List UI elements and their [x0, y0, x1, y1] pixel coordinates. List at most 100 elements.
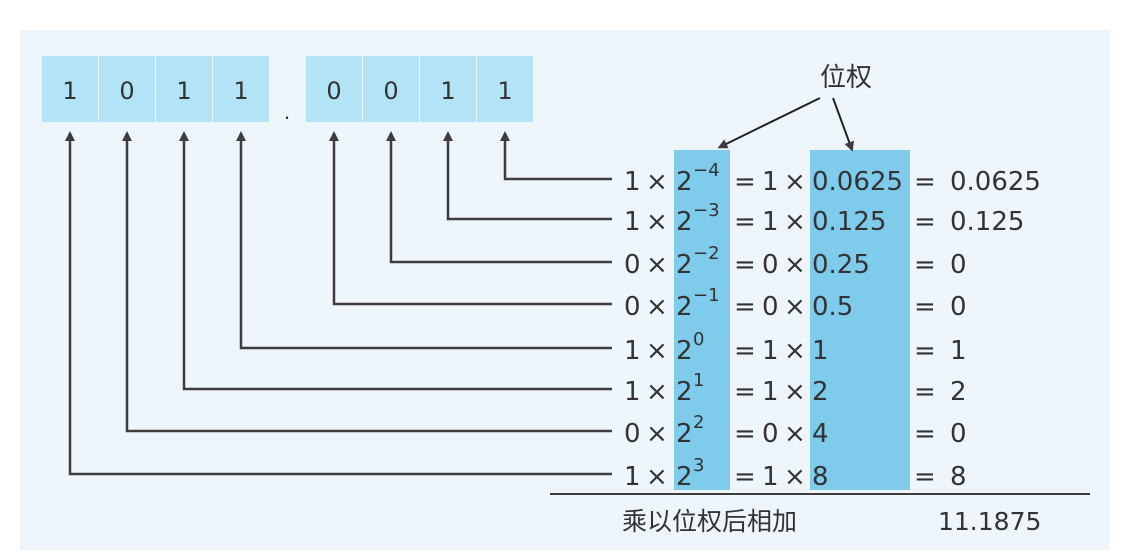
weight-label: 位权 — [820, 63, 872, 93]
bit-box-int-2: 1 — [156, 56, 212, 122]
row-digit: 0 — [624, 250, 641, 280]
times-sign: × — [784, 419, 806, 449]
row-digit-repeat: 1 — [762, 207, 779, 237]
weight-arrow-right — [832, 97, 854, 152]
times-sign: × — [784, 250, 806, 280]
row-digit: 1 — [624, 462, 641, 492]
base-two: 2 — [676, 292, 693, 322]
row-result: 0 — [950, 292, 967, 322]
equals-sign: = — [734, 167, 756, 197]
row-result: 0.0625 — [950, 167, 1041, 197]
row-digit-repeat: 0 — [762, 250, 779, 280]
row-result: 2 — [950, 377, 967, 407]
times-sign: × — [784, 167, 806, 197]
row-exponent: 0 — [693, 329, 704, 350]
equals-sign: = — [914, 292, 936, 322]
row-result: 0 — [950, 419, 967, 449]
times-sign: × — [784, 336, 806, 366]
row-digit: 1 — [624, 207, 641, 237]
times-sign: × — [646, 250, 668, 280]
connector-arrow-frac-2 — [443, 131, 612, 221]
base-two: 2 — [676, 462, 693, 492]
equals-sign: = — [734, 377, 756, 407]
equals-sign: = — [734, 207, 756, 237]
footer-total: 11.1875 — [938, 507, 1041, 536]
equals-sign: = — [914, 419, 936, 449]
bit-box-int-0: 1 — [42, 56, 98, 122]
times-sign: × — [784, 292, 806, 322]
times-sign: × — [646, 377, 668, 407]
bit-digit: 1 — [62, 77, 77, 105]
equals-sign: = — [914, 207, 936, 237]
row-weight: 4 — [812, 419, 829, 449]
times-sign: × — [646, 292, 668, 322]
base-two: 2 — [676, 419, 693, 449]
times-sign: × — [646, 207, 668, 237]
bit-digit: 0 — [326, 77, 341, 105]
row-exponent: 2 — [693, 412, 704, 433]
row-exponent: −2 — [693, 243, 720, 264]
times-sign: × — [646, 462, 668, 492]
row-exponent: 3 — [693, 455, 704, 476]
equals-sign: = — [734, 336, 756, 366]
base-two: 2 — [676, 250, 693, 280]
row-weight: 0.5 — [812, 292, 853, 322]
equals-sign: = — [734, 292, 756, 322]
row-exponent: −4 — [693, 160, 720, 181]
bit-digit: 1 — [233, 77, 248, 105]
row-digit: 1 — [624, 167, 641, 197]
row-digit-repeat: 1 — [762, 462, 779, 492]
bit-box-frac-1: 0 — [363, 56, 419, 122]
row-digit: 1 — [624, 377, 641, 407]
equals-sign: = — [914, 250, 936, 280]
binary-weight-diagram: 1 0 1 1 . 0 0 1 1 位权 1 × 2 −4 = 1 × 0.06… — [42, 56, 1090, 536]
row-result: 8 — [950, 462, 967, 492]
weight-arrow-left — [717, 97, 821, 149]
connector-arrow-frac-1 — [386, 131, 612, 264]
equals-sign: = — [734, 419, 756, 449]
row-result: 1 — [950, 336, 967, 366]
bit-digit: 1 — [440, 77, 455, 105]
row-exponent: −3 — [693, 200, 720, 221]
row-weight: 0.25 — [812, 250, 870, 280]
row-weight: 1 — [812, 336, 829, 366]
row-digit-repeat: 1 — [762, 167, 779, 197]
row-digit: 0 — [624, 292, 641, 322]
bit-box-int-3: 1 — [213, 56, 269, 122]
times-sign: × — [784, 462, 806, 492]
base-two: 2 — [676, 336, 693, 366]
equals-sign: = — [914, 167, 936, 197]
equals-sign: = — [734, 250, 756, 280]
base-two: 2 — [676, 377, 693, 407]
times-sign: × — [646, 419, 668, 449]
bit-box-frac-2: 1 — [420, 56, 476, 122]
row-result: 0.125 — [950, 207, 1024, 237]
bit-box-int-1: 0 — [99, 56, 155, 122]
binary-point: . — [284, 100, 290, 124]
diagram-stage: 1 0 1 1 . 0 0 1 1 位权 1 × 2 −4 = 1 × 0.06… — [0, 0, 1130, 560]
equals-sign: = — [914, 336, 936, 366]
times-sign: × — [784, 207, 806, 237]
connector-arrow-int-3 — [236, 131, 612, 350]
bit-box-frac-3: 1 — [477, 56, 533, 122]
times-sign: × — [646, 336, 668, 366]
row-digit-repeat: 0 — [762, 292, 779, 322]
bit-row: 1 0 1 1 . 0 0 1 1 — [42, 56, 533, 124]
footer-label: 乘以位权后相加 — [622, 507, 797, 536]
connector-arrow-frac-3 — [500, 131, 612, 181]
bit-digit: 1 — [176, 77, 191, 105]
row-digit: 0 — [624, 419, 641, 449]
bit-digit: 0 — [119, 77, 134, 105]
row-digit-repeat: 1 — [762, 336, 779, 366]
base-two: 2 — [676, 207, 693, 237]
equals-sign: = — [734, 462, 756, 492]
row-exponent: −1 — [693, 285, 720, 306]
bit-digit: 0 — [383, 77, 398, 105]
row-weight: 0.0625 — [812, 167, 903, 197]
row-weight: 8 — [812, 462, 829, 492]
bit-digit: 1 — [497, 77, 512, 105]
bit-box-frac-0: 0 — [306, 56, 362, 122]
connector-arrows — [65, 131, 612, 476]
times-sign: × — [784, 377, 806, 407]
equals-sign: = — [914, 462, 936, 492]
